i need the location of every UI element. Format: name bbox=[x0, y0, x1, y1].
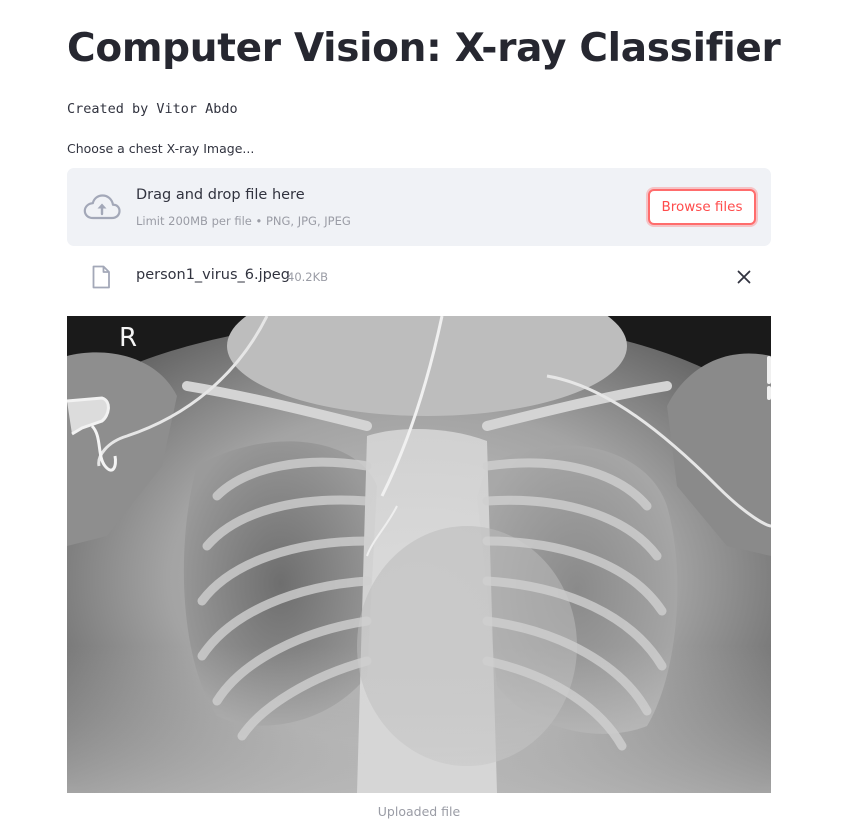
image-caption: Uploaded file bbox=[377, 804, 461, 819]
app-page: Computer Vision: X-ray Classifier Create… bbox=[0, 0, 854, 839]
browse-files-button[interactable]: Browse files bbox=[648, 189, 756, 225]
cloud-upload-icon bbox=[83, 194, 121, 220]
author-credit: Created by Vitor Abdo bbox=[67, 101, 238, 117]
page-title: Computer Vision: X-ray Classifier bbox=[67, 26, 781, 71]
uploaded-file-row: person1_virus_6.jpeg 40.2KB bbox=[67, 256, 771, 296]
uploaded-file-name: person1_virus_6.jpeg bbox=[136, 267, 290, 283]
close-icon[interactable] bbox=[731, 264, 757, 290]
dropzone-instructions: Drag and drop file here bbox=[136, 187, 305, 203]
xray-image: R bbox=[67, 316, 771, 793]
xray-side-marker: R bbox=[119, 323, 137, 353]
dropzone-limits: Limit 200MB per file • PNG, JPG, JPEG bbox=[136, 214, 351, 228]
uploaded-file-size: 40.2KB bbox=[287, 270, 329, 284]
uploader-label: Choose a chest X-ray Image... bbox=[67, 141, 255, 156]
file-dropzone[interactable]: Drag and drop file here Limit 200MB per … bbox=[67, 168, 771, 246]
file-icon bbox=[92, 265, 110, 289]
